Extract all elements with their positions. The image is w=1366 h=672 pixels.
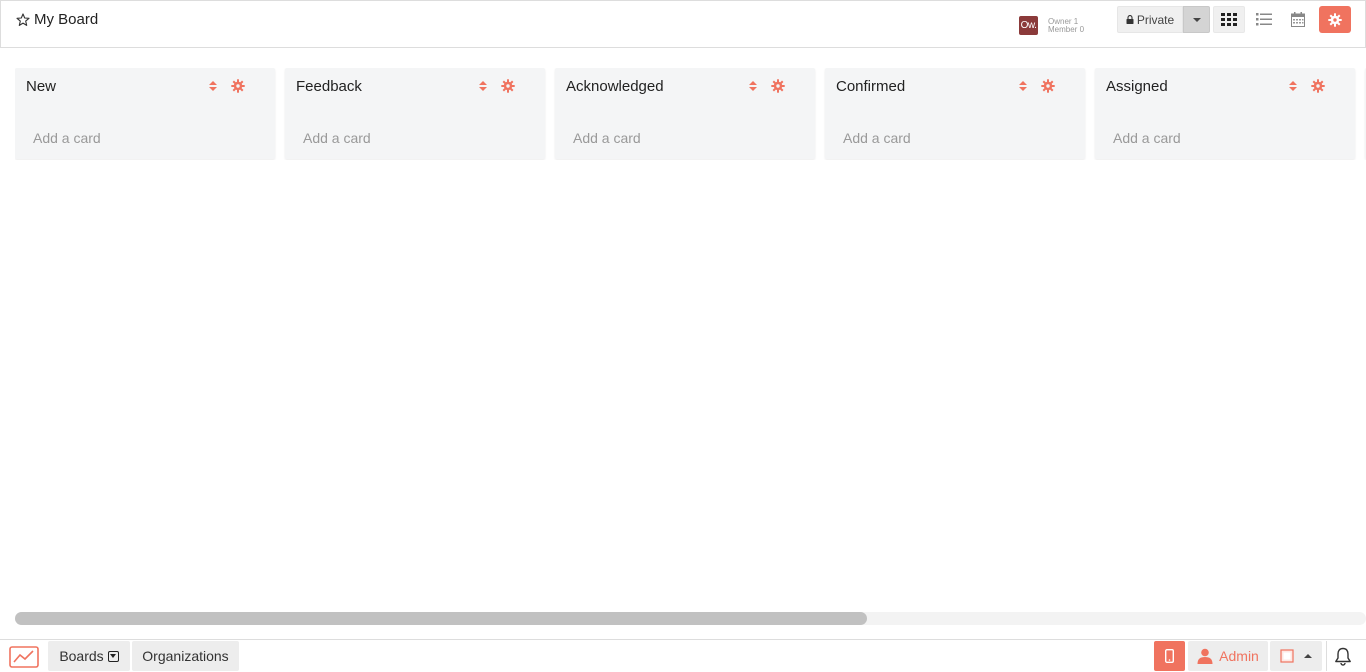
gear-icon bbox=[1328, 12, 1342, 27]
board-members: Ow. Owner 1 Member 0 bbox=[1019, 16, 1084, 35]
board-header: My Board Ow. Owner 1 Member 0 Private bbox=[0, 0, 1366, 48]
list-title[interactable]: Assigned bbox=[1106, 78, 1168, 95]
member-counts: Owner 1 Member 0 bbox=[1048, 17, 1085, 34]
sort-icon[interactable] bbox=[208, 80, 218, 92]
list-title[interactable]: Feedback bbox=[296, 78, 362, 95]
calendar-view-icon bbox=[1291, 12, 1305, 27]
boards-menu-button[interactable]: Boards bbox=[48, 641, 130, 671]
board-lists: New Add a card Feedback Add a card Ackno… bbox=[15, 68, 1366, 160]
add-card-link[interactable]: Add a card bbox=[303, 130, 371, 146]
board-title-group: My Board bbox=[16, 11, 98, 28]
board-settings-button[interactable] bbox=[1319, 6, 1351, 33]
caret-square-down-icon bbox=[107, 650, 119, 662]
list-new: New Add a card bbox=[15, 68, 275, 159]
add-card-link[interactable]: Add a card bbox=[573, 130, 641, 146]
boards-label: Boards bbox=[59, 648, 104, 664]
add-card-link[interactable]: Add a card bbox=[33, 130, 101, 146]
board-title[interactable]: My Board bbox=[34, 11, 98, 28]
footer-bar: Boards Organizations Admin bbox=[0, 639, 1366, 672]
notifications-button[interactable] bbox=[1326, 641, 1358, 671]
bell-icon bbox=[1334, 647, 1351, 666]
grid-view-icon bbox=[1221, 13, 1237, 26]
organizations-label: Organizations bbox=[142, 648, 229, 664]
flag-icon bbox=[1280, 649, 1294, 663]
sort-icon[interactable] bbox=[1288, 80, 1298, 92]
privacy-button[interactable]: Private bbox=[1117, 6, 1183, 33]
list-title[interactable]: New bbox=[26, 78, 56, 95]
language-menu-button[interactable] bbox=[1270, 641, 1322, 671]
organizations-button[interactable]: Organizations bbox=[132, 641, 239, 671]
list-gear-icon[interactable] bbox=[501, 79, 515, 93]
privacy-label: Private bbox=[1136, 12, 1175, 27]
member-avatar[interactable]: Ow. bbox=[1019, 16, 1038, 35]
list-gear-icon[interactable] bbox=[771, 79, 785, 93]
user-name: Admin bbox=[1219, 648, 1259, 664]
caret-up-icon bbox=[1304, 654, 1312, 658]
add-card-link[interactable]: Add a card bbox=[1113, 130, 1181, 146]
list-gear-icon[interactable] bbox=[1311, 79, 1325, 93]
list-title[interactable]: Acknowledged bbox=[566, 78, 664, 95]
privacy-dropdown-button[interactable] bbox=[1183, 6, 1210, 33]
activity-chart-icon bbox=[9, 645, 39, 668]
sort-icon[interactable] bbox=[478, 80, 488, 92]
list-view-icon bbox=[1256, 13, 1272, 26]
add-card-link[interactable]: Add a card bbox=[843, 130, 911, 146]
list-gear-icon[interactable] bbox=[231, 79, 245, 93]
calendar-view-button[interactable] bbox=[1282, 6, 1314, 33]
list-acknowledged: Acknowledged Add a card bbox=[555, 68, 815, 159]
list-gear-icon[interactable] bbox=[1041, 79, 1055, 93]
list-confirmed: Confirmed Add a card bbox=[825, 68, 1085, 159]
user-menu-button[interactable]: Admin bbox=[1188, 641, 1268, 671]
grid-view-button[interactable] bbox=[1213, 6, 1245, 33]
lock-icon bbox=[1126, 15, 1134, 24]
member-count: Member 0 bbox=[1048, 24, 1085, 34]
list-feedback: Feedback Add a card bbox=[285, 68, 545, 159]
home-logo-button[interactable] bbox=[8, 644, 40, 669]
sort-icon[interactable] bbox=[1018, 80, 1028, 92]
user-icon bbox=[1197, 648, 1213, 664]
star-icon[interactable] bbox=[16, 12, 30, 27]
list-assigned: Assigned Add a card bbox=[1095, 68, 1355, 159]
caret-down-icon bbox=[1192, 17, 1201, 22]
list-view-button[interactable] bbox=[1248, 6, 1280, 33]
horizontal-scrollbar-thumb[interactable] bbox=[15, 612, 867, 625]
list-title[interactable]: Confirmed bbox=[836, 78, 905, 95]
sort-icon[interactable] bbox=[748, 80, 758, 92]
mobile-view-button[interactable] bbox=[1154, 641, 1185, 671]
mobile-phone-icon bbox=[1165, 649, 1174, 663]
